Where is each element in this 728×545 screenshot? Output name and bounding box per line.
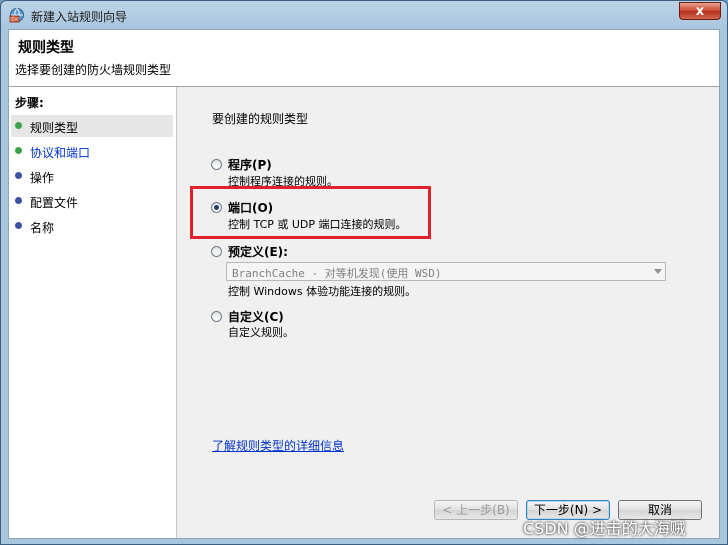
title-bar[interactable]: 新建入站规则向导 x — [1, 1, 727, 29]
step-name[interactable]: 名称 — [11, 215, 173, 237]
step-label: 名称 — [30, 221, 55, 235]
main-pane: 要创建的规则类型 程序(P) 控制程序连接的规则。 端口(O) 控制 TCP 或… — [177, 87, 719, 538]
window-title: 新建入站规则向导 — [31, 10, 128, 24]
wizard-client-area: 规则类型 选择要创建的防火墙规则类型 步骤: 规则类型 协议和端口 操作 配置文… — [8, 29, 720, 539]
step-rule-type[interactable]: 规则类型 — [11, 115, 173, 137]
highlight-box — [190, 186, 431, 239]
step-label: 配置文件 — [30, 196, 79, 210]
rule-type-prompt: 要创建的规则类型 — [212, 112, 309, 126]
step-status-dot-icon — [15, 197, 22, 204]
wizard-window: 新建入站规则向导 x 规则类型 选择要创建的防火墙规则类型 步骤: 规则类型 协… — [0, 0, 728, 545]
back-button[interactable]: < 上一步(B) — [434, 500, 518, 520]
step-status-dot-icon — [15, 222, 22, 229]
custom-option-desc: 自定义规则。 — [228, 326, 294, 339]
program-option-label[interactable]: 程序(P) — [228, 156, 272, 173]
step-action[interactable]: 操作 — [11, 165, 173, 187]
step-label: 规则类型 — [30, 121, 79, 135]
predefined-combobox-value: BranchCache - 对等机发现(使用 WSD) — [232, 267, 442, 280]
step-status-dot-icon — [15, 172, 22, 179]
steps-title: 步骤: — [15, 96, 44, 110]
chevron-down-icon[interactable] — [654, 269, 662, 274]
page-subtitle: 选择要创建的防火墙规则类型 — [15, 63, 172, 77]
help-link[interactable]: 了解规则类型的详细信息 — [212, 437, 344, 454]
program-radio[interactable] — [211, 159, 222, 170]
watermark-text: CSDN @进击的大海贼 — [523, 519, 686, 538]
step-protocol-port[interactable]: 协议和端口 — [11, 140, 173, 162]
predefined-combobox[interactable]: BranchCache - 对等机发现(使用 WSD) — [226, 262, 666, 281]
step-status-dot-icon — [15, 147, 22, 154]
predefined-option-label[interactable]: 预定义(E): — [228, 243, 288, 260]
step-profile[interactable]: 配置文件 — [11, 190, 173, 212]
steps-pane: 步骤: 规则类型 协议和端口 操作 配置文件 名称 — [9, 87, 177, 538]
page-title: 规则类型 — [18, 40, 74, 56]
firewall-icon — [9, 8, 24, 23]
step-label: 操作 — [30, 171, 55, 185]
custom-radio[interactable] — [211, 311, 222, 322]
wizard-header: 规则类型 选择要创建的防火墙规则类型 — [9, 30, 719, 87]
predefined-option-desc: 控制 Windows 体验功能连接的规则。 — [228, 285, 417, 298]
custom-option-label[interactable]: 自定义(C) — [228, 308, 284, 325]
close-button[interactable]: x — [679, 2, 721, 20]
step-status-dot-icon — [15, 122, 22, 129]
step-label: 协议和端口 — [30, 146, 91, 160]
predefined-radio[interactable] — [211, 246, 222, 257]
